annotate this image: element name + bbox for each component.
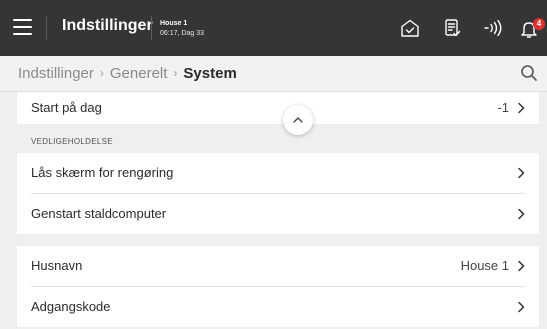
chevron-right-icon	[517, 102, 525, 114]
menu-icon[interactable]	[13, 19, 32, 35]
setting-label: Husnavn	[31, 258, 83, 273]
settings-card-house: Husnavn House 1 Adgangskode	[17, 246, 539, 327]
breadcrumb-separator: ›	[99, 66, 104, 80]
breadcrumb-item-system: System	[183, 65, 237, 82]
setting-label: Lås skærm for rengøring	[31, 165, 174, 180]
breadcrumb: Indstillinger › Generelt › System	[18, 65, 237, 82]
signal-icon[interactable]	[479, 14, 507, 42]
breadcrumb-item-generelt[interactable]: Generelt	[110, 65, 168, 82]
setting-label: Adgangskode	[31, 299, 111, 314]
setting-row-lock-screen[interactable]: Lås skærm for rengøring	[17, 153, 539, 193]
setting-value: -1	[497, 100, 509, 115]
page-title: Indstillinger	[62, 17, 153, 34]
setting-row-restart-computer[interactable]: Genstart staldcomputer	[17, 194, 539, 234]
report-icon[interactable]	[438, 14, 466, 42]
divider	[151, 16, 152, 40]
house-time: 06:17, Dag 33	[160, 30, 204, 37]
section-header: VEDLIGEHOLDELSE	[31, 137, 113, 146]
setting-row-password[interactable]: Adgangskode	[17, 287, 539, 327]
top-bar: Indstillinger House 1 06:17, Dag 33 4	[0, 0, 547, 56]
chevron-right-icon	[517, 208, 525, 220]
house-name: House 1	[160, 20, 188, 27]
setting-row-house-name[interactable]: Husnavn House 1	[17, 246, 539, 286]
setting-row-start-day[interactable]: Start på dag -1	[17, 88, 539, 128]
breadcrumb-item-indstillinger[interactable]: Indstillinger	[18, 65, 94, 82]
settings-card-maintenance: Lås skærm for rengøring Genstart staldco…	[17, 153, 539, 234]
chevron-up-icon	[293, 117, 303, 123]
breadcrumb-separator: ›	[173, 66, 178, 80]
house-check-icon[interactable]	[396, 14, 424, 42]
chevron-right-icon	[517, 301, 525, 313]
chevron-right-icon	[517, 260, 525, 272]
setting-label: Start på dag	[31, 100, 102, 115]
notification-badge: 4	[533, 18, 545, 30]
setting-value: House 1	[460, 258, 509, 273]
breadcrumb-bar: Indstillinger › Generelt › System	[0, 56, 547, 92]
search-icon[interactable]	[519, 63, 539, 83]
scroll-up-button[interactable]	[283, 105, 313, 135]
setting-label: Genstart staldcomputer	[31, 206, 167, 221]
chevron-right-icon	[517, 167, 525, 179]
divider	[46, 16, 47, 40]
settings-card-day: Start på dag -1	[17, 92, 539, 124]
